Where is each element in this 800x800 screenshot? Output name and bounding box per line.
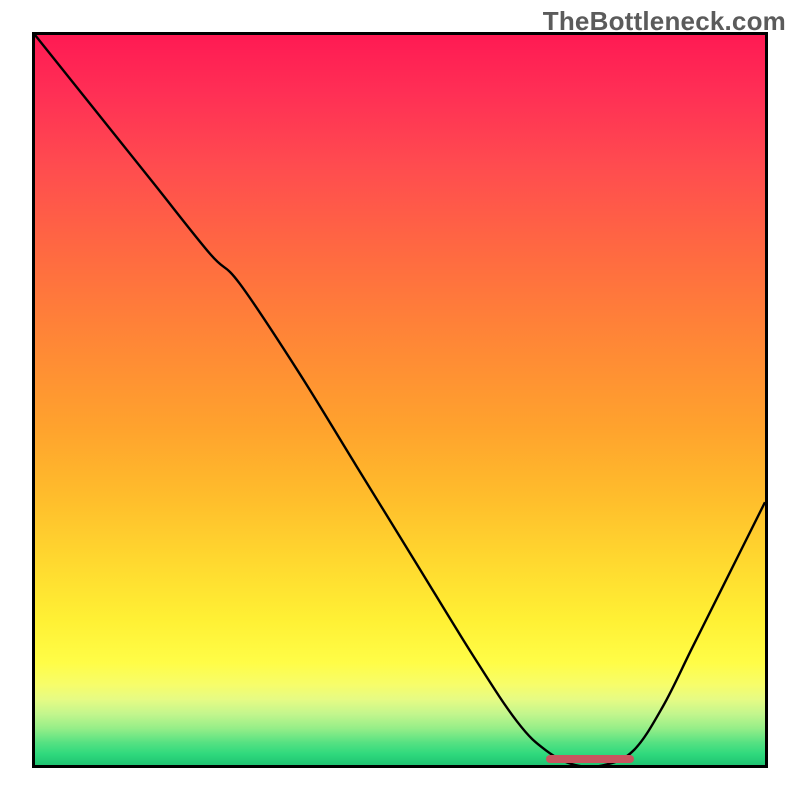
curve-path [35,35,765,765]
watermark-label: TheBottleneck.com [543,6,786,37]
optimal-range-marker [546,755,634,763]
plot-area [32,32,768,768]
bottleneck-curve [35,35,765,765]
chart-container: TheBottleneck.com [0,0,800,800]
